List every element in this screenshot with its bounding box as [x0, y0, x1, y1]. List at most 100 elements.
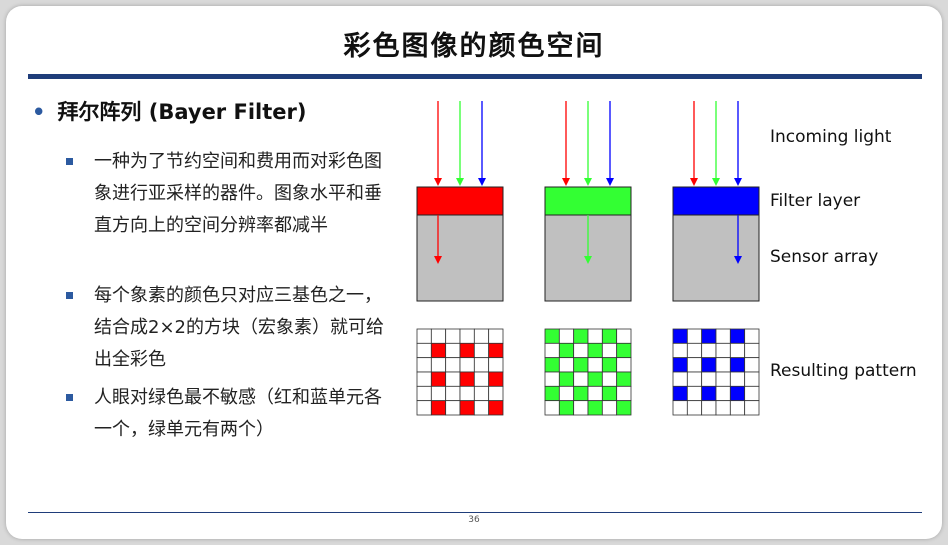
pattern-cell-blue: [744, 371, 760, 387]
pattern-cell-green: [587, 342, 603, 359]
pattern-cell-red: [430, 357, 447, 373]
pattern-cell-blue: [672, 385, 688, 402]
pattern-cell-red: [445, 328, 461, 344]
pattern-cell-green: [587, 328, 603, 344]
pattern-cell-green: [601, 385, 618, 402]
pattern-cell-blue: [729, 342, 746, 359]
pattern-cell-blue: [686, 400, 703, 416]
pattern-cell-red: [473, 342, 490, 359]
pattern-cell-blue: [686, 357, 703, 373]
pattern-cell-blue: [729, 328, 746, 344]
bayer-filter-diagram: [416, 101, 760, 416]
pattern-cell-green: [601, 357, 618, 373]
pattern-cell-green: [587, 385, 603, 402]
pattern-cell-red: [430, 385, 447, 402]
pattern-cell-blue: [672, 342, 688, 359]
pattern-cell-blue: [715, 357, 731, 373]
pattern-cell-green: [544, 400, 560, 416]
pattern-cell-green: [573, 400, 589, 416]
pattern-cell-green: [616, 328, 632, 344]
pattern-cell-green: [544, 357, 560, 373]
pattern-cell-green: [558, 371, 575, 387]
pattern-cell-red: [488, 385, 504, 402]
pattern-cell-green: [558, 385, 575, 402]
pattern-cell-red: [459, 385, 475, 402]
filter-layer-red: [416, 186, 504, 216]
pattern-cell-green: [616, 371, 632, 387]
pattern-cell-blue: [744, 342, 760, 359]
label-filter-layer: Filter layer: [770, 191, 861, 211]
pattern-cell-blue: [715, 371, 731, 387]
pattern-cell-red: [445, 371, 461, 387]
pattern-cell-red: [416, 328, 432, 344]
pattern-cell-blue: [672, 400, 688, 416]
slide: 彩色图像的颜色空间 • 拜尔阵列 (Bayer Filter) 一种为了节约空间和…: [6, 6, 942, 539]
pattern-cell-red: [445, 385, 461, 402]
pattern-cell-blue: [686, 371, 703, 387]
pattern-cell-green: [558, 400, 575, 416]
pattern-cell-red: [459, 328, 475, 344]
pattern-cell-green: [573, 371, 589, 387]
pattern-cell-green: [616, 357, 632, 373]
pattern-cell-green: [601, 342, 618, 359]
label-sensor-array: Sensor array: [770, 247, 879, 267]
pattern-cell-blue: [672, 328, 688, 344]
pattern-cell-blue: [686, 328, 703, 344]
pattern-cell-green: [558, 357, 575, 373]
pattern-cell-green: [544, 328, 560, 344]
pattern-cell-green: [587, 357, 603, 373]
pattern-cell-blue: [744, 328, 760, 344]
pattern-cell-blue: [715, 400, 731, 416]
pattern-cell-red: [473, 400, 490, 416]
pattern-cell-green: [601, 328, 618, 344]
pattern-cell-red: [445, 400, 461, 416]
pattern-cell-blue: [672, 357, 688, 373]
pattern-cell-green: [616, 385, 632, 402]
footer-divider: [28, 512, 922, 513]
filter-layer-blue: [672, 186, 760, 216]
pattern-cell-blue: [701, 342, 717, 359]
pattern-cell-green: [601, 400, 618, 416]
page-number: 36: [468, 515, 480, 525]
pattern-cell-green: [587, 371, 603, 387]
pattern-cell-red: [473, 357, 490, 373]
pattern-cell-red: [416, 342, 432, 359]
pattern-cell-green: [601, 371, 618, 387]
pattern-cell-blue: [729, 357, 746, 373]
pattern-cell-red: [445, 342, 461, 359]
pattern-cell-green: [616, 342, 632, 359]
pattern-cell-blue: [729, 371, 746, 387]
pattern-cell-blue: [686, 342, 703, 359]
pattern-cell-blue: [701, 400, 717, 416]
filter-layer-green: [544, 186, 632, 216]
pattern-cell-blue: [715, 328, 731, 344]
sensor-array-blue: [672, 214, 760, 302]
pattern-cell-blue: [729, 400, 746, 416]
pattern-cell-blue: [744, 400, 760, 416]
pattern-cell-blue: [686, 385, 703, 402]
pattern-cell-green: [616, 400, 632, 416]
label-resulting-pattern: Resulting pattern: [770, 361, 917, 381]
pattern-cell-red: [488, 371, 504, 387]
pattern-cell-blue: [744, 385, 760, 402]
pattern-cell-green: [573, 385, 589, 402]
pattern-cell-red: [430, 371, 447, 387]
pattern-cell-green: [558, 342, 575, 359]
pattern-cell-red: [488, 357, 504, 373]
label-incoming-light: Incoming light: [770, 127, 892, 147]
pattern-cell-green: [573, 357, 589, 373]
pattern-cell-blue: [701, 357, 717, 373]
pattern-cell-red: [430, 342, 447, 359]
pattern-cell-blue: [744, 357, 760, 373]
pattern-cell-red: [459, 342, 475, 359]
pattern-cell-red: [459, 371, 475, 387]
pattern-cell-red: [416, 371, 432, 387]
pattern-cell-red: [488, 328, 504, 344]
pattern-cell-red: [488, 400, 504, 416]
pattern-cell-red: [459, 357, 475, 373]
pattern-cell-red: [445, 357, 461, 373]
pattern-cell-blue: [701, 385, 717, 402]
pattern-cell-red: [473, 371, 490, 387]
pattern-cell-green: [544, 385, 560, 402]
pattern-cell-red: [473, 328, 490, 344]
